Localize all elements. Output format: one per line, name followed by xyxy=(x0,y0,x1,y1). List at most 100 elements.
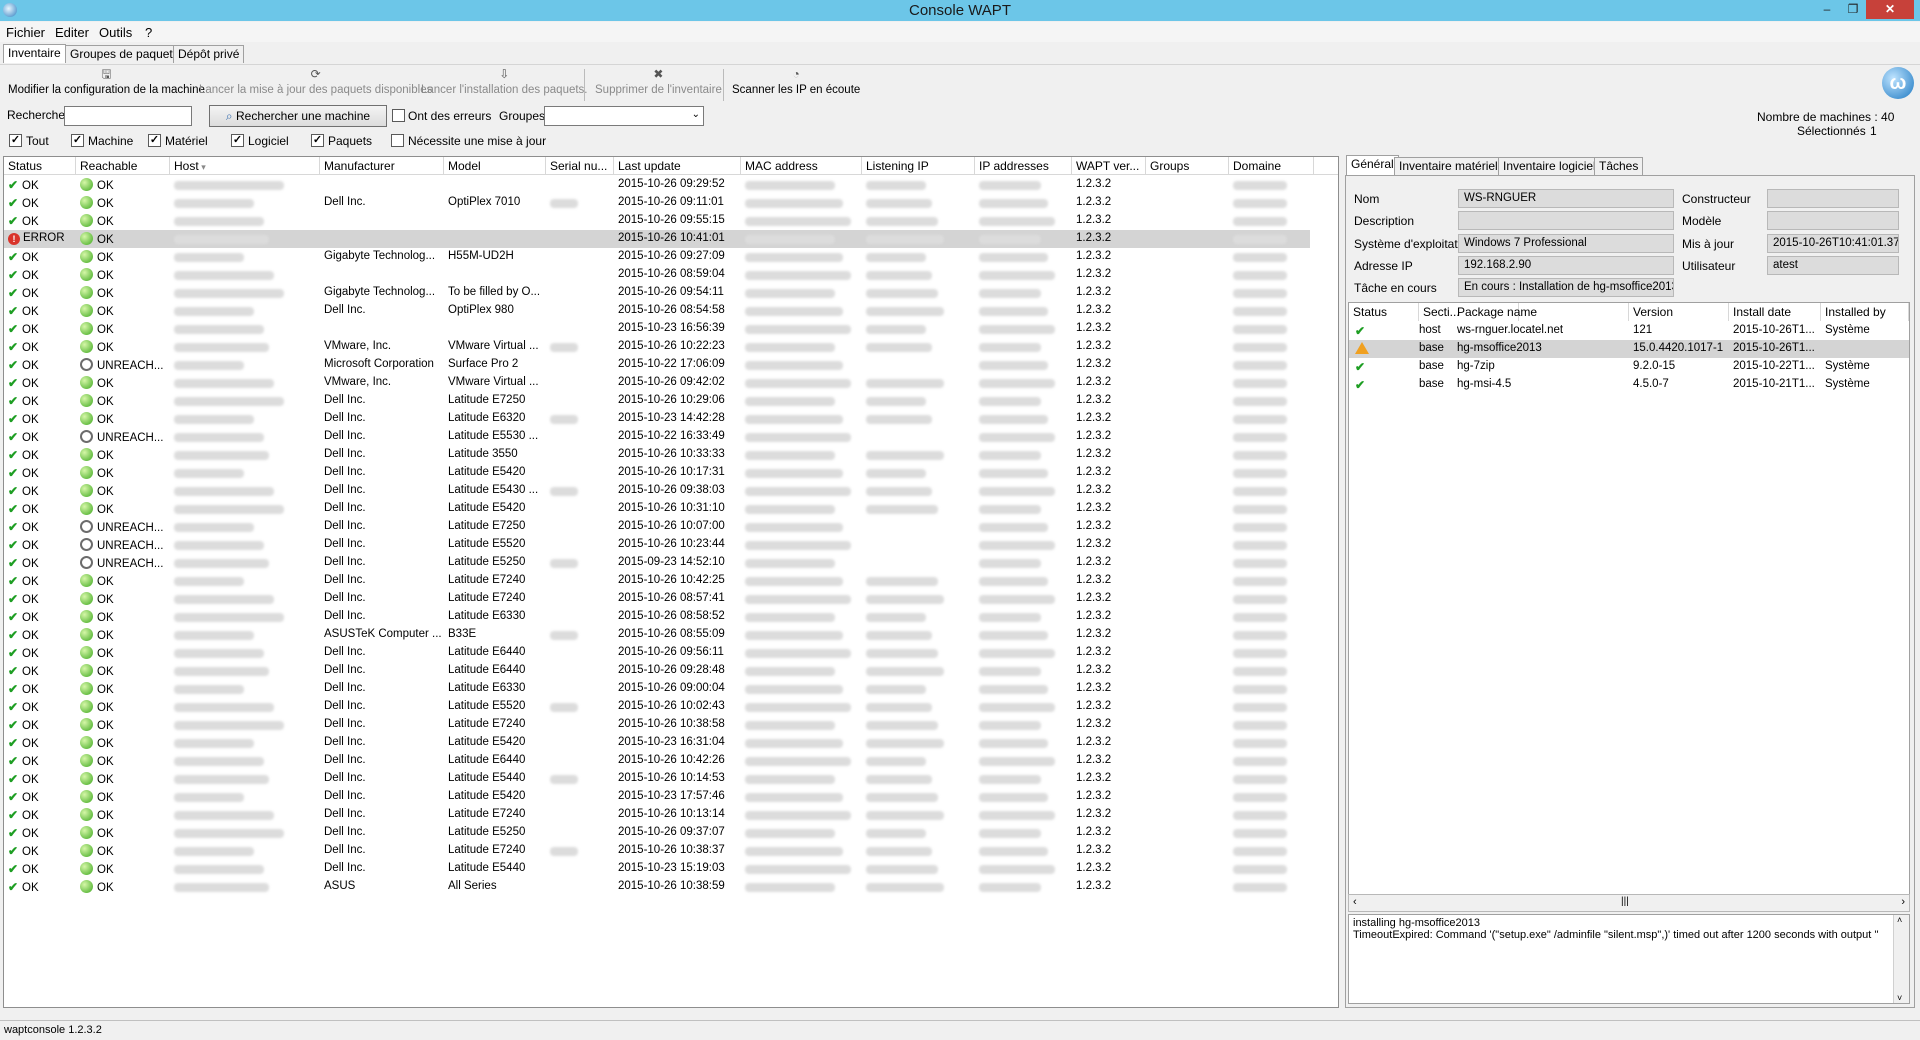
menu-outils[interactable]: Outils xyxy=(99,25,132,40)
scan-ip-button[interactable]: ◔ Scanner les IP en écoute xyxy=(732,67,860,96)
constructeur-field[interactable] xyxy=(1767,189,1899,208)
task-log[interactable]: installing hg-msoffice2013 TimeoutExpired… xyxy=(1348,914,1910,1004)
table-row[interactable]: ✔ OK UNREACH... Microsoft Corporation Surfac… xyxy=(4,356,1310,374)
table-row[interactable]: ✔ OK OK VMware, Inc. VMware Virtual ... 2015-… xyxy=(4,338,1310,356)
package-row[interactable]: ✔ base hg-msi-4.5 4.5.0-7 2015-10-21T1... Sys… xyxy=(1349,376,1909,394)
column-header[interactable]: IP addresses xyxy=(975,157,1072,175)
table-row[interactable]: ✔ OK OK Dell Inc. Latitude 3550 2015-10-26 10… xyxy=(4,446,1310,464)
column-header[interactable]: WAPT ver... xyxy=(1072,157,1146,175)
package-row[interactable]: ✔ base hg-7zip 9.2.0-15 2015-10-22T1... Systè… xyxy=(1349,358,1909,376)
scroll-up-icon[interactable]: ˄ xyxy=(1897,915,1902,925)
table-row[interactable]: ✔ OK OK 2015-10-26 08:59:04 1.2.3.2 xyxy=(4,266,1310,284)
scroll-down-icon[interactable]: ˅ xyxy=(1897,993,1902,1003)
column-header[interactable]: Serial nu... xyxy=(546,157,614,175)
minimize-button[interactable]: – xyxy=(1814,0,1840,19)
table-row[interactable]: ✔ OK UNREACH... Dell Inc. Latitude E5520 2015… xyxy=(4,536,1310,554)
table-row[interactable]: ✔ OK OK Dell Inc. OptiPlex 980 2015-10-26 08:… xyxy=(4,302,1310,320)
column-header[interactable]: Model xyxy=(444,157,546,175)
table-row[interactable]: ✔ OK OK Dell Inc. OptiPlex 7010 2015-10-26 09… xyxy=(4,194,1310,212)
menu-help[interactable]: ? xyxy=(145,25,152,40)
tab-general[interactable]: Général xyxy=(1346,155,1399,176)
table-row[interactable]: ✔ OK OK Dell Inc. Latitude E6320 2015-10-23 1… xyxy=(4,410,1310,428)
description-field[interactable] xyxy=(1458,211,1674,230)
package-row[interactable]: base hg-msoffice2013 15.0.4420.1017-1 2015-… xyxy=(1349,340,1909,358)
filter-paquets-checkbox[interactable]: ✓ xyxy=(311,134,324,147)
scroll-thumb-icon[interactable]: ||| xyxy=(1621,896,1629,907)
nom-field[interactable]: WS-RNGUER xyxy=(1458,189,1674,208)
ip-field[interactable]: 192.168.2.90 xyxy=(1458,256,1674,275)
table-row[interactable]: ✔ OK OK Dell Inc. Latitude E5430 ... 2015-10-… xyxy=(4,482,1310,500)
table-row[interactable]: ✔ OK OK Dell Inc. Latitude E6330 2015-10-26 0… xyxy=(4,608,1310,626)
package-column-header[interactable]: Package name xyxy=(1453,303,1629,321)
table-row[interactable]: ✔ OK OK 2015-10-26 09:55:15 1.2.3.2 xyxy=(4,212,1310,230)
table-row[interactable]: ✔ OK OK Dell Inc. Latitude E5420 2015-10-26 1… xyxy=(4,500,1310,518)
table-row[interactable]: ✔ OK OK Dell Inc. Latitude E5420 2015-10-23 1… xyxy=(4,788,1310,806)
os-field[interactable]: Windows 7 Professional xyxy=(1458,234,1674,253)
scroll-right-icon[interactable]: › xyxy=(1901,896,1905,908)
table-row[interactable]: ✔ OK OK Dell Inc. Latitude E7240 2015-10-26 1… xyxy=(4,842,1310,860)
tab-taches[interactable]: Tâches xyxy=(1594,157,1644,175)
table-row[interactable]: ✔ OK OK Gigabyte Technolog... H55M-UD2H 2015-… xyxy=(4,248,1310,266)
table-row[interactable]: ✔ OK OK Dell Inc. Latitude E5250 2015-10-26 0… xyxy=(4,824,1310,842)
task-field[interactable]: En cours : Installation de hg-msoffice20… xyxy=(1458,278,1674,297)
log-vscrollbar[interactable]: ˄ ˅ xyxy=(1893,915,1909,1003)
search-machine-button[interactable]: ⌕ Rechercher une machine xyxy=(209,105,387,127)
table-row[interactable]: ✔ OK OK Dell Inc. Latitude E5520 2015-10-26 1… xyxy=(4,698,1310,716)
scroll-left-icon[interactable]: ‹ xyxy=(1353,896,1357,908)
maj-field[interactable]: 2015-10-26T10:41:01.37 xyxy=(1767,234,1899,253)
column-header[interactable]: Host ▾ xyxy=(170,157,320,175)
table-row[interactable]: ✔ OK OK Dell Inc. Latitude E6330 2015-10-26 0… xyxy=(4,680,1310,698)
packages-hscrollbar[interactable]: ‹ ||| › xyxy=(1348,894,1910,912)
delete-inventory-button[interactable]: ✖ Supprimer de l'inventaire xyxy=(595,67,722,96)
package-column-header[interactable]: Installed by xyxy=(1821,303,1909,321)
column-header[interactable]: Listening IP xyxy=(862,157,975,175)
table-row[interactable]: ✔ OK OK Dell Inc. Latitude E7240 2015-10-26 1… xyxy=(4,806,1310,824)
column-header[interactable]: MAC address xyxy=(741,157,862,175)
tab-depot-prive[interactable]: Dépôt privé xyxy=(173,45,245,63)
needs-update-checkbox[interactable] xyxy=(391,134,404,147)
hosts-grid[interactable]: Status Reachable Host ▾ Manufacturer Model Se… xyxy=(3,156,1339,1008)
table-row[interactable]: ✔ OK OK Dell Inc. Latitude E7240 2015-10-26 0… xyxy=(4,590,1310,608)
tab-inventaire-logiciel[interactable]: Inventaire logiciel xyxy=(1498,157,1601,175)
column-header[interactable]: Reachable xyxy=(76,157,170,175)
table-row[interactable]: ✔ OK OK Dell Inc. Latitude E6440 2015-10-26 1… xyxy=(4,752,1310,770)
table-row[interactable]: ✔ OK OK Dell Inc. Latitude E5440 2015-10-26 1… xyxy=(4,770,1310,788)
filter-logiciel-checkbox[interactable]: ✓ xyxy=(231,134,244,147)
table-row[interactable]: ✔ OK OK ASUSTeK Computer ... B33E 2015-10-26 … xyxy=(4,626,1310,644)
table-row[interactable]: ✔ OK OK Dell Inc. Latitude E5440 2015-10-23 1… xyxy=(4,860,1310,878)
tab-inventaire[interactable]: Inventaire xyxy=(3,44,66,63)
filter-machine-checkbox[interactable]: ✓ xyxy=(71,134,84,147)
table-row[interactable]: ✔ OK UNREACH... Dell Inc. Latitude E7250 2015… xyxy=(4,518,1310,536)
tab-groupes-paquets[interactable]: Groupes de paquets xyxy=(65,45,184,63)
search-input[interactable] xyxy=(64,106,192,126)
table-row[interactable]: ✔ OK UNREACH... Dell Inc. Latitude E5530 ...… xyxy=(4,428,1310,446)
packages-grid[interactable]: Status Secti... Package name Version Install… xyxy=(1348,302,1910,912)
table-row[interactable]: ✔ OK OK Dell Inc. Latitude E7240 2015-10-26 1… xyxy=(4,572,1310,590)
table-row[interactable]: ✔ OK OK 2015-10-26 09:29:52 1.2.3.2 xyxy=(4,176,1310,194)
filter-tout-checkbox[interactable]: ✓ xyxy=(9,134,22,147)
column-header[interactable]: Groups xyxy=(1146,157,1229,175)
table-row[interactable]: ✔ OK OK VMware, Inc. VMware Virtual ... 2015-… xyxy=(4,374,1310,392)
launch-install-button[interactable]: ⇩ Lancer l'installation des paquets. xyxy=(421,67,588,96)
menu-editer[interactable]: Editer xyxy=(55,25,89,40)
table-row[interactable]: ! ERROR OK 2015-10-26 10:41:01 1.2.3.2 xyxy=(4,230,1310,248)
table-row[interactable]: ✔ OK OK Dell Inc. Latitude E5420 2015-10-26 1… xyxy=(4,464,1310,482)
table-row[interactable]: ✔ OK UNREACH... Dell Inc. Latitude E5250 2015… xyxy=(4,554,1310,572)
menu-fichier[interactable]: Fichier xyxy=(6,25,45,40)
table-row[interactable]: ✔ OK OK 2015-10-23 16:56:39 1.2.3.2 xyxy=(4,320,1310,338)
column-header[interactable]: Manufacturer xyxy=(320,157,444,175)
modify-config-button[interactable]: 🖫 Modifier la configuration de la machine xyxy=(8,67,205,96)
table-row[interactable]: ✔ OK OK Dell Inc. Latitude E6440 2015-10-26 0… xyxy=(4,662,1310,680)
errors-checkbox[interactable] xyxy=(392,109,405,122)
user-field[interactable]: atest xyxy=(1767,256,1899,275)
table-row[interactable]: ✔ OK OK Dell Inc. Latitude E7250 2015-10-26 1… xyxy=(4,392,1310,410)
table-row[interactable]: ✔ OK OK Gigabyte Technolog... To be filled b… xyxy=(4,284,1310,302)
modele-field[interactable] xyxy=(1767,211,1899,230)
filter-materiel-checkbox[interactable]: ✓ xyxy=(148,134,161,147)
table-row[interactable]: ✔ OK OK ASUS All Series 2015-10-26 10:38:59 1.… xyxy=(4,878,1310,896)
launch-update-button[interactable]: ⟳ Lancer la mise à jour des paquets dispo… xyxy=(199,67,432,96)
column-header[interactable]: Status xyxy=(4,157,76,175)
table-row[interactable]: ✔ OK OK Dell Inc. Latitude E7240 2015-10-26 1… xyxy=(4,716,1310,734)
package-row[interactable]: ✔ host ws-rnguer.locatel.net 121 2015-10-26T… xyxy=(1349,322,1909,340)
column-header[interactable]: Last update xyxy=(614,157,741,175)
